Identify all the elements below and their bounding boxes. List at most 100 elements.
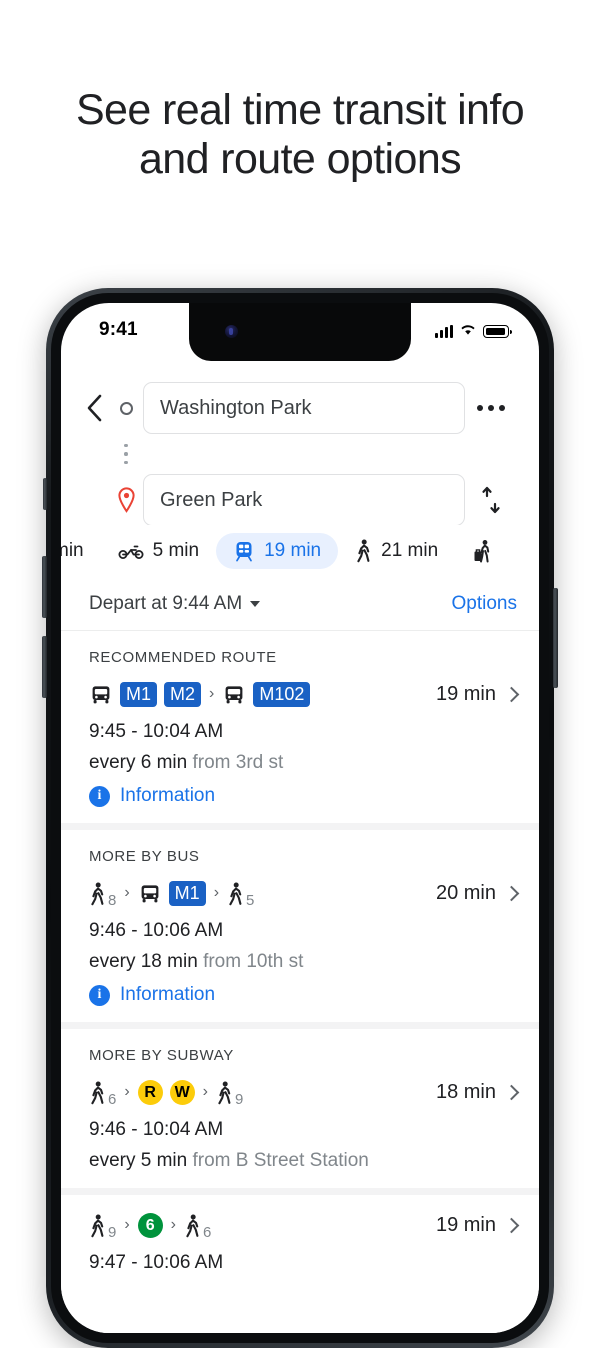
status-icons <box>435 322 512 341</box>
status-time: 9:41 <box>99 319 138 340</box>
chevron-right-icon[interactable] <box>503 686 520 703</box>
power-button[interactable] <box>553 588 558 688</box>
route-frequency-rest: from 3rd st <box>192 752 284 773</box>
page-title: See real time transit info and route opt… <box>0 86 600 185</box>
chevron-right-icon[interactable] <box>503 1084 520 1101</box>
walk-icon <box>184 1214 201 1238</box>
transit-train-icon <box>233 540 255 562</box>
route-frequency-rest: from 10th st <box>203 951 304 972</box>
leg-walk: 8 <box>89 882 117 909</box>
walk-minutes: 9 <box>108 1223 117 1241</box>
route-results-list[interactable]: RECOMMENDED ROUTE M1 M2 › M102 19 min 9:… <box>61 631 539 1333</box>
walk-icon <box>89 1081 106 1105</box>
route-summary-row[interactable]: 6 › R W › 9 18 min <box>89 1080 520 1108</box>
swap-route-icon[interactable] <box>465 485 517 515</box>
walk-minutes: 8 <box>108 891 117 909</box>
bus-icon <box>89 684 113 706</box>
route-duration: 20 min <box>436 882 520 905</box>
origin-circle-icon <box>109 401 143 415</box>
mode-tab-motorcycle[interactable]: 5 min <box>101 533 216 569</box>
route-frequency-strong: every 6 min <box>89 752 188 773</box>
bus-icon <box>138 883 162 905</box>
mode-tab-drive[interactable]: min <box>61 533 101 569</box>
mode-tab-transit[interactable]: 19 min <box>216 533 339 569</box>
wifi-icon <box>459 322 477 341</box>
route-card[interactable]: 9 › 6 › 6 19 min 9:47 - 10:06 AM <box>89 1213 520 1274</box>
volume-up-button[interactable] <box>42 556 47 618</box>
depart-time-selector[interactable]: Depart at 9:44 AM <box>89 593 261 615</box>
line-badge: 6 <box>137 1213 163 1238</box>
info-icon: i <box>89 785 110 807</box>
route-frequency: every 5 min from B Street Station <box>89 1150 517 1172</box>
section-title: MORE BY BUS <box>89 848 200 865</box>
line-badge: M1 <box>120 682 158 707</box>
leg-separator-icon: › <box>124 1082 130 1100</box>
leg-separator-icon: › <box>170 1215 176 1233</box>
origin-input[interactable]: Washington Park <box>143 382 465 434</box>
leg-walk: 6 <box>184 1214 211 1240</box>
route-duration: 18 min <box>435 1081 520 1104</box>
phone-mockup: 9:41 Washington Park Green Park in 5 min… <box>42 288 558 1348</box>
transport-mode-scroller[interactable]: min 5 min <box>61 532 522 570</box>
route-frequency: every 18 min from 10th st <box>89 951 517 973</box>
mode-tab-transit-label: 19 min <box>264 540 322 561</box>
route-legs: 8 › M1 › 5 <box>89 881 255 909</box>
leg-walk: 9 <box>89 1214 117 1241</box>
mode-tab-walk[interactable]: 21 min <box>338 532 455 570</box>
route-times: 9:46 - 10:06 AM <box>89 920 224 941</box>
line-badge: W <box>169 1080 195 1105</box>
route-duration: 19 min <box>436 683 520 706</box>
leg-bus-icon <box>138 883 162 905</box>
leg-walk: 6 <box>89 1081 117 1108</box>
walk-icon <box>216 1081 233 1105</box>
silent-switch-button[interactable] <box>43 478 47 510</box>
route-summary-row[interactable]: M1 M2 › M102 19 min <box>89 682 520 707</box>
options-link[interactable]: Options <box>452 593 517 615</box>
mode-tab-rideshare[interactable] <box>455 532 522 570</box>
route-times: 9:45 - 10:04 AM <box>89 721 224 742</box>
more-options-icon[interactable] <box>465 405 517 411</box>
back-chevron-icon[interactable] <box>79 394 109 422</box>
route-information-link[interactable]: i Information <box>89 984 517 1006</box>
volume-down-button[interactable] <box>42 636 47 698</box>
origin-input-value: Washington Park <box>160 396 312 419</box>
route-summary-row[interactable]: 9 › 6 › 6 19 min <box>89 1213 520 1241</box>
route-summary-row[interactable]: 8 › M1 › 5 20 min <box>89 881 520 909</box>
route-duration-label: 19 min <box>435 1214 496 1236</box>
chevron-down-icon <box>250 600 261 607</box>
walk-minutes: 5 <box>246 891 255 909</box>
walk-icon <box>355 539 372 563</box>
page-title-line-1: See real time transit info <box>75 86 525 134</box>
route-card[interactable]: 6 › R W › 9 18 min 9:46 - 10:04 AM every… <box>89 1078 520 1172</box>
route-section-more-by-subway: MORE BY SUBWAY 6 › R W › 9 18 min 9:46 -… <box>61 1029 539 1195</box>
route-card[interactable]: M1 M2 › M102 19 min 9:45 - 10:04 AM ever… <box>89 680 520 807</box>
route-card[interactable]: 8 › M1 › 5 20 min 9:46 - 10:06 AM every … <box>89 879 520 1006</box>
walk-minutes: 6 <box>108 1090 117 1108</box>
route-information-label: Information <box>120 785 216 806</box>
route-duration-label: 18 min <box>435 1081 496 1103</box>
route-section-additional: 9 › 6 › 6 19 min 9:47 - 10:06 AM <box>61 1195 539 1290</box>
leg-separator-icon: › <box>124 1215 130 1233</box>
walk-icon <box>89 1214 106 1238</box>
route-information-link[interactable]: i Information <box>89 785 517 807</box>
line-badge: M2 <box>164 682 202 707</box>
chevron-right-icon[interactable] <box>503 1217 520 1234</box>
leg-separator-icon: › <box>124 883 130 901</box>
route-information-label: Information <box>120 984 216 1005</box>
depart-options-bar: Depart at 9:44 AM Options <box>61 577 539 631</box>
bus-icon <box>222 684 246 706</box>
leg-walk: 5 <box>227 882 255 909</box>
line-badge: M1 <box>168 881 206 906</box>
leg-bus-icon <box>222 684 246 706</box>
route-frequency: every 6 min from 3rd st <box>89 752 517 774</box>
route-frequency-strong: every 18 min <box>89 951 198 972</box>
transport-mode-tabs[interactable]: min 5 min <box>61 525 539 578</box>
origin-row: Washington Park <box>61 379 539 437</box>
mode-tab-motorcycle-label: 5 min <box>152 540 200 561</box>
cellular-signal-icon <box>435 325 453 338</box>
destination-input[interactable]: Green Park <box>143 474 465 526</box>
line-badge: M102 <box>253 682 311 707</box>
chevron-right-icon[interactable] <box>503 885 520 902</box>
info-icon: i <box>89 984 110 1006</box>
route-section-recommended: RECOMMENDED ROUTE M1 M2 › M102 19 min 9:… <box>61 631 539 830</box>
